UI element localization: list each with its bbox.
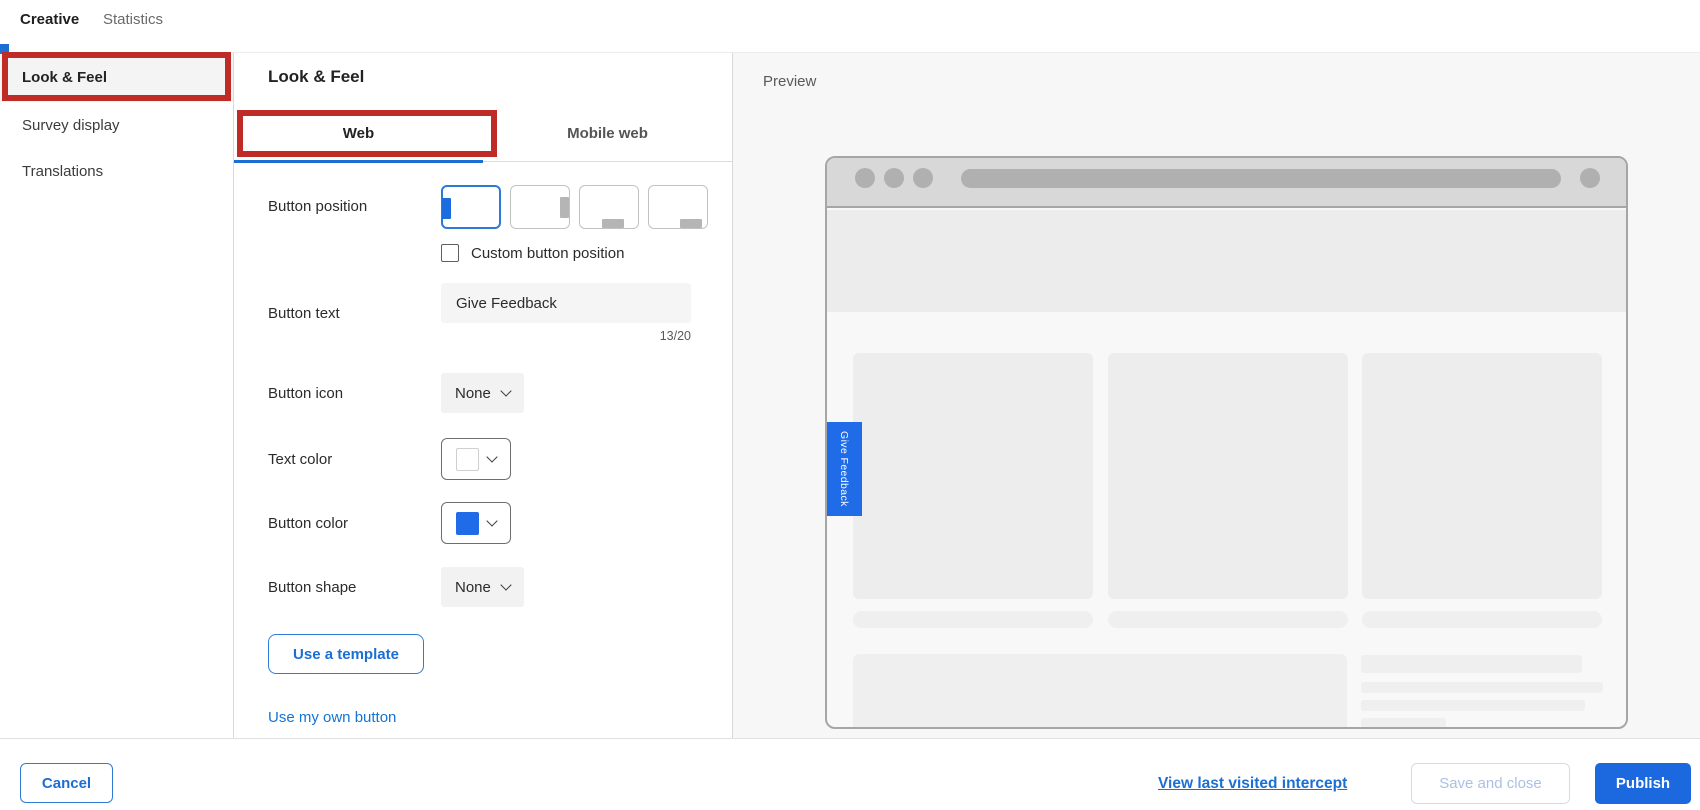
window-control-icon [884, 168, 904, 188]
window-control-icon [913, 168, 933, 188]
content-card-placeholder [1108, 353, 1348, 599]
use-my-own-button-link[interactable]: Use my own button [268, 709, 396, 726]
sidebar: Look & Feel Survey display Translations [0, 44, 233, 739]
button-icon-dropdown[interactable]: None [441, 373, 524, 413]
button-icon-value: None [455, 384, 491, 402]
text-color-swatch [456, 447, 479, 471]
save-and-close-button[interactable]: Save and close [1411, 763, 1570, 804]
text-color-row: Text color [268, 438, 511, 480]
position-option-bottom-right[interactable] [648, 185, 708, 229]
position-option-bottom-center[interactable] [579, 185, 639, 229]
active-item-indicator [0, 44, 9, 54]
content-card-placeholder [1362, 353, 1602, 599]
button-position-options [441, 185, 708, 229]
sidebar-item-label: Survey display [22, 116, 120, 134]
tab-statistics[interactable]: Statistics [103, 11, 163, 28]
text-line-placeholder [1361, 700, 1585, 711]
tab-creative[interactable]: Creative [20, 11, 79, 28]
browser-menu-icon [1580, 168, 1600, 188]
text-line-placeholder [1362, 611, 1602, 628]
position-option-left-middle[interactable] [441, 185, 501, 229]
text-line-placeholder [1361, 655, 1582, 673]
cancel-button[interactable]: Cancel [20, 763, 113, 803]
view-last-visited-intercept-link[interactable]: View last visited intercept [1158, 775, 1347, 793]
position-bar-icon [680, 219, 702, 228]
chevron-down-icon [486, 451, 498, 463]
button-position-row: Button position Custom button position [268, 185, 708, 262]
button-color-swatch [456, 511, 479, 535]
char-counter: 13/20 [659, 329, 691, 343]
position-bar-icon [560, 197, 569, 218]
preview-panel: Preview Give Feedback [733, 53, 1700, 739]
text-line-placeholder [1361, 718, 1446, 727]
button-icon-row: Button icon None [268, 373, 524, 413]
preview-title: Preview [763, 73, 817, 90]
text-line-placeholder [853, 611, 1093, 628]
content-area: Look & Feel Survey display Translations … [0, 44, 1700, 739]
text-color-label: Text color [268, 450, 333, 468]
page-banner-placeholder [827, 210, 1626, 312]
chevron-down-icon [486, 515, 498, 527]
sidebar-item-label: Look & Feel [22, 69, 108, 86]
chevron-down-icon [500, 579, 512, 591]
position-bar-icon [602, 219, 624, 228]
tab-web[interactable]: Web [234, 105, 483, 163]
sidebar-item-look-and-feel[interactable]: Look & Feel [0, 44, 233, 102]
button-color-dropdown[interactable] [441, 502, 511, 544]
custom-position-label: Custom button position [471, 244, 625, 262]
button-text-label: Button text [268, 304, 340, 322]
address-bar-placeholder [961, 169, 1561, 188]
tab-mobile-web[interactable]: Mobile web [483, 105, 732, 161]
button-shape-dropdown[interactable]: None [441, 567, 524, 607]
sidebar-item-translations[interactable]: Translations [0, 148, 233, 194]
window-control-icon [855, 168, 875, 188]
text-line-placeholder [1108, 611, 1348, 628]
button-icon-label: Button icon [268, 384, 344, 402]
chevron-down-icon [500, 385, 512, 397]
bottom-action-bar: Cancel View last visited intercept Save … [0, 738, 1700, 810]
text-color-dropdown[interactable] [441, 438, 511, 480]
button-shape-label: Button shape [268, 578, 357, 596]
text-line-placeholder [1361, 682, 1603, 693]
sidebar-item-label: Translations [22, 162, 104, 180]
button-shape-value: None [455, 578, 491, 596]
custom-position-checkbox[interactable] [441, 244, 459, 262]
button-text-row: Button text 13/20 [268, 283, 691, 343]
own-button-row: Use my own button [268, 709, 396, 726]
content-block-placeholder [853, 654, 1347, 727]
look-and-feel-form: Button position Custom button position B… [234, 162, 732, 739]
position-option-right-middle[interactable] [510, 185, 570, 229]
browser-mockup: Give Feedback [825, 156, 1628, 729]
custom-position-row: Custom button position [441, 244, 708, 262]
template-row: Use a template [268, 634, 424, 674]
preview-feedback-button-label: Give Feedback [838, 431, 850, 507]
device-tab-bar: Web Mobile web [234, 105, 732, 163]
look-and-feel-panel: Look & Feel Web Mobile web Button positi… [233, 53, 733, 739]
button-color-row: Button color [268, 502, 511, 544]
panel-title: Look & Feel [268, 67, 365, 86]
preview-feedback-button: Give Feedback [827, 422, 862, 516]
top-tab-bar: Creative Statistics [0, 0, 1700, 52]
button-position-label: Button position [268, 198, 368, 215]
publish-button[interactable]: Publish [1595, 763, 1691, 804]
use-template-button[interactable]: Use a template [268, 634, 424, 674]
position-bar-icon [442, 198, 451, 219]
button-color-label: Button color [268, 514, 349, 532]
browser-chrome-bar [827, 158, 1626, 208]
button-shape-row: Button shape None [268, 567, 524, 607]
button-text-input[interactable] [441, 283, 691, 323]
content-card-placeholder [853, 353, 1093, 599]
sidebar-item-survey-display[interactable]: Survey display [0, 102, 233, 148]
